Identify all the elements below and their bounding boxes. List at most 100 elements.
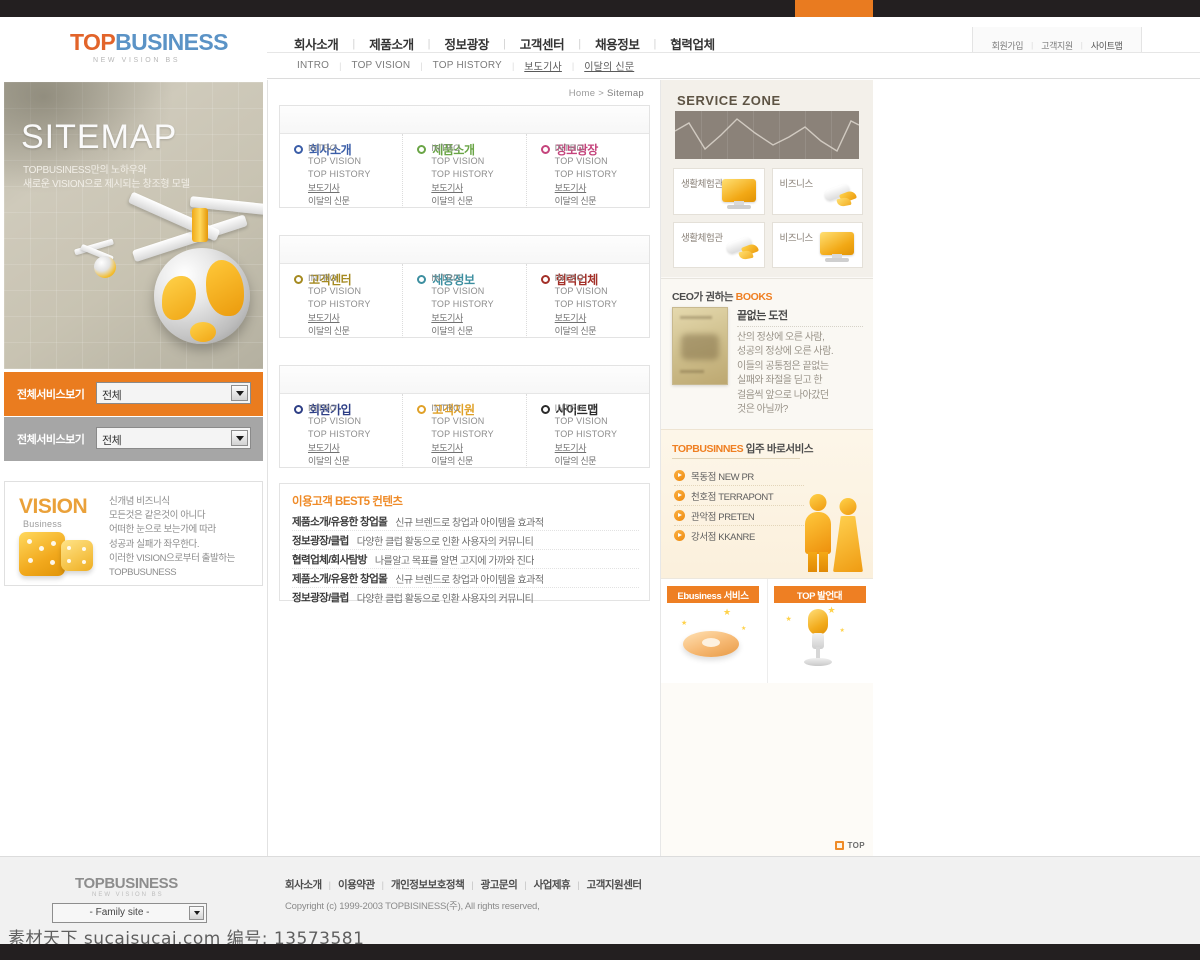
service-tile[interactable]: 생활체험관 [673,168,765,215]
footer-link-privacy[interactable]: 개인정보보호정책 [384,877,471,892]
footer-link-terms[interactable]: 이용약관 [331,877,382,892]
sitemap-link-monthly-news[interactable]: 이달의 신문 [555,455,618,468]
sitemap-link-top-vision[interactable]: TOP VISION [308,155,371,168]
service-select-dropdown[interactable]: 전체 [96,427,251,449]
sitemap-link-intro[interactable]: INTRO [431,272,494,285]
list-item[interactable]: 관악점 PRETEN [674,506,804,526]
sitemap-link-press[interactable]: 보도기사 [555,442,618,455]
service-tile[interactable]: 생활체험관 [673,221,765,268]
sitemap-link-intro[interactable]: INTRO [308,272,371,285]
sitemap-link-top-history[interactable]: TOP HISTORY [308,298,371,311]
util-item-sitemap[interactable]: 사이트맵 [1083,39,1131,52]
nav-item-customer[interactable]: 고객센터 [506,34,578,53]
subnav-item-intro[interactable]: INTRO [287,60,339,71]
list-item[interactable]: 제품소개/유용한 창업몰 신규 브렌드로 창업과 아이템을 효과적 [292,512,639,531]
family-site-dropdown[interactable]: - Family site - [52,903,207,923]
nav-item-recruit[interactable]: 채용정보 [581,34,653,53]
list-item[interactable]: 정보광장/클럽 다양한 클럽 활동으로 인환 사용자의 커뮤니티 [292,588,639,606]
chevron-down-icon[interactable] [231,385,248,401]
sitemap-link-top-history[interactable]: TOP HISTORY [431,428,494,441]
sitemap-column: 제품소개 INTRO TOP VISION TOP HISTORY 보도기사 이… [402,134,525,208]
service-tile[interactable]: 비즈니스 [771,221,863,268]
sitemap-link-top-vision[interactable]: TOP VISION [431,155,494,168]
sitemap-link-intro[interactable]: INTRO [431,402,494,415]
sitemap-link-top-history[interactable]: TOP HISTORY [555,298,618,311]
sitemap-link-top-vision[interactable]: TOP VISION [431,285,494,298]
util-item-signup[interactable]: 회원가입 [984,39,1032,52]
top-black-strip [0,0,1200,17]
sitemap-link-intro[interactable]: INTRO [555,402,618,415]
arrow-bullet-icon [674,470,685,481]
list-item[interactable]: 목동점 NEW PR [674,466,804,486]
nav-item-info[interactable]: 정보광장 [431,34,503,53]
service-select-dropdown[interactable]: 전체 [96,382,251,404]
sitemap-link-top-history[interactable]: TOP HISTORY [308,428,371,441]
subnav-item-top-vision[interactable]: TOP VISION [341,60,420,71]
sitemap-link-top-vision[interactable]: TOP VISION [555,415,618,428]
list-item[interactable]: 천호점 TERRAPONT [674,486,804,506]
sitemap-link-monthly-news[interactable]: 이달의 신문 [555,325,618,338]
list-item[interactable]: 강서점 KKANRE [674,526,804,545]
sitemap-link-top-history[interactable]: TOP HISTORY [431,168,494,181]
sitemap-link-top-history[interactable]: TOP HISTORY [555,168,618,181]
sitemap-column: 협력업체 INTRO TOP VISION TOP HISTORY 보도기사 이… [525,264,649,338]
subnav-item-press[interactable]: 보도기사 [514,58,572,73]
book-cover-image[interactable] [672,307,728,385]
sitemap-link-monthly-news[interactable]: 이달의 신문 [431,195,494,208]
nav-item-company[interactable]: 회사소개 [280,34,352,53]
banner-ebusiness[interactable]: Ebusiness 서비스 ★ ★ ★ [661,579,767,683]
footer-link-support[interactable]: 고객지원센터 [580,877,649,892]
sitemap-link-top-vision[interactable]: TOP VISION [555,155,618,168]
sitemap-group-header-row [280,366,649,394]
sitemap-link-intro[interactable]: INTRO [308,142,371,155]
sitemap-link-monthly-news[interactable]: 이달의 신문 [308,455,371,468]
sitemap-link-intro[interactable]: INTRO [308,402,371,415]
sitemap-link-top-history[interactable]: TOP HISTORY [555,428,618,441]
list-item[interactable]: 협력업체/회사탐방 나를알고 목표를 알면 고지에 가까와 진다 [292,550,639,569]
subnav-item-top-history[interactable]: TOP HISTORY [423,60,512,71]
sitemap-link-press[interactable]: 보도기사 [555,312,618,325]
sitemap-link-top-vision[interactable]: TOP VISION [555,285,618,298]
sitemap-link-press[interactable]: 보도기사 [431,312,494,325]
sitemap-link-top-history[interactable]: TOP HISTORY [308,168,371,181]
sitemap-link-intro[interactable]: INTRO [555,272,618,285]
sitemap-link-monthly-news[interactable]: 이달의 신문 [555,195,618,208]
small-helicopter-illustration [73,232,126,278]
sitemap-link-monthly-news[interactable]: 이달의 신문 [308,325,371,338]
footer-link-company[interactable]: 회사소개 [278,877,329,892]
sitemap-link-press[interactable]: 보도기사 [308,442,371,455]
sitemap-link-top-history[interactable]: TOP HISTORY [431,298,494,311]
sitemap-link-list: INTRO TOP VISION TOP HISTORY 보도기사 이달의 신문 [308,402,371,468]
sitemap-link-top-vision[interactable]: TOP VISION [308,285,371,298]
nav-item-partners[interactable]: 협력업체 [656,34,728,53]
book-title[interactable]: 끝없는 도전 [737,307,863,327]
sitemap-link-top-vision[interactable]: TOP VISION [308,415,371,428]
entry-service-title: TOPBUSINNES 입주 바로서비스 [672,441,814,456]
sitemap-link-press[interactable]: 보도기사 [308,312,371,325]
chevron-down-icon[interactable] [231,430,248,446]
sitemap-link-intro[interactable]: INTRO [431,142,494,155]
subnav-item-monthly-news[interactable]: 이달의 신문 [574,58,644,73]
list-item[interactable]: 정보광장/클럽 다양한 클럽 활동으로 인환 사용자의 커뮤니티 [292,531,639,550]
site-logo[interactable]: TOPBUSINESS [70,31,228,54]
nav-item-products[interactable]: 제품소개 [355,34,427,53]
breadcrumb-home[interactable]: Home [569,88,596,99]
util-item-support[interactable]: 고객지원 [1033,39,1081,52]
footer-link-partnership[interactable]: 사업제휴 [527,877,578,892]
sitemap-link-top-vision[interactable]: TOP VISION [431,415,494,428]
scroll-to-top-button[interactable]: TOP [835,841,865,850]
list-item[interactable]: 제품소개/유용한 창업몰 신규 브렌드로 창업과 아이템을 효과적 [292,569,639,588]
sitemap-link-press[interactable]: 보도기사 [431,442,494,455]
sitemap-link-monthly-news[interactable]: 이달의 신문 [431,455,494,468]
chevron-down-icon[interactable] [189,906,204,920]
sitemap-link-monthly-news[interactable]: 이달의 신문 [431,325,494,338]
sitemap-link-press[interactable]: 보도기사 [431,182,494,195]
sitemap-link-press[interactable]: 보도기사 [555,182,618,195]
sitemap-link-monthly-news[interactable]: 이달의 신문 [308,195,371,208]
footer-link-advertising[interactable]: 광고문의 [474,877,525,892]
entry-service-label: 강서점 KKANRE [691,531,755,543]
sitemap-link-intro[interactable]: INTRO [555,142,618,155]
service-tile[interactable]: 비즈니스 [771,168,863,215]
sitemap-link-press[interactable]: 보도기사 [308,182,371,195]
banner-top-forum[interactable]: TOP 발언대 ★ ★ ★ [766,579,874,683]
